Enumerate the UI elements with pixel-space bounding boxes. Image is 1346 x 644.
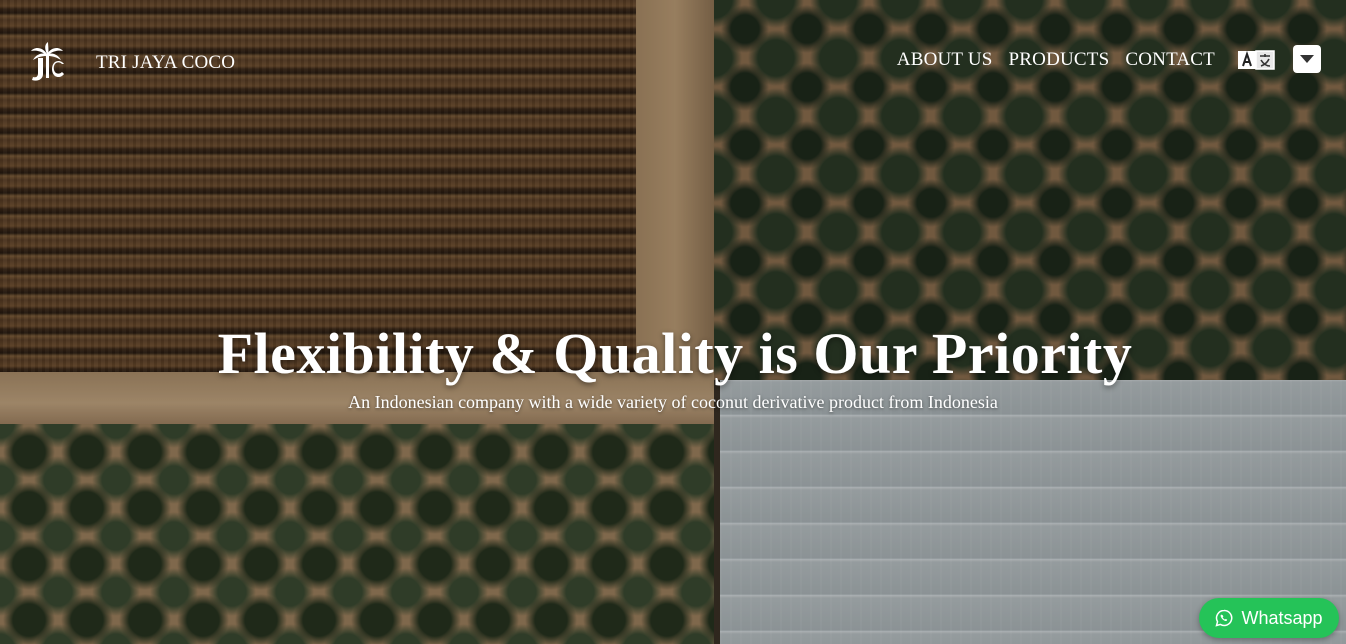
chevron-down-icon: [1300, 55, 1314, 63]
language-dropdown-button[interactable]: [1293, 45, 1321, 73]
nav-item-products[interactable]: PRODUCTS: [1009, 49, 1110, 71]
whatsapp-label: Whatsapp: [1241, 607, 1323, 628]
brand: TRI JAYA COCO: [28, 42, 235, 82]
nav-item-about-us[interactable]: ABOUT US: [897, 49, 993, 71]
hero-text-block: Flexibility & Quality is Our Priority An…: [0, 320, 1346, 413]
brand-name-link[interactable]: TRI JAYA COCO: [96, 52, 235, 74]
translate-icon[interactable]: [1237, 49, 1277, 71]
site-header: TRI JAYA COCO ABOUT US PRODUCTS CONTACT: [0, 0, 1346, 124]
nav-item-contact[interactable]: CONTACT: [1125, 49, 1215, 71]
hero-section: TRI JAYA COCO ABOUT US PRODUCTS CONTACT: [0, 0, 1346, 644]
main-nav: ABOUT US PRODUCTS CONTACT: [897, 45, 1321, 73]
hero-title: Flexibility & Quality is Our Priority: [217, 321, 1133, 386]
whatsapp-icon: [1215, 609, 1233, 627]
hero-subtitle: An Indonesian company with a wide variet…: [348, 392, 998, 412]
whatsapp-button[interactable]: Whatsapp: [1199, 598, 1339, 638]
palm-tree-logo-icon[interactable]: [28, 42, 66, 82]
